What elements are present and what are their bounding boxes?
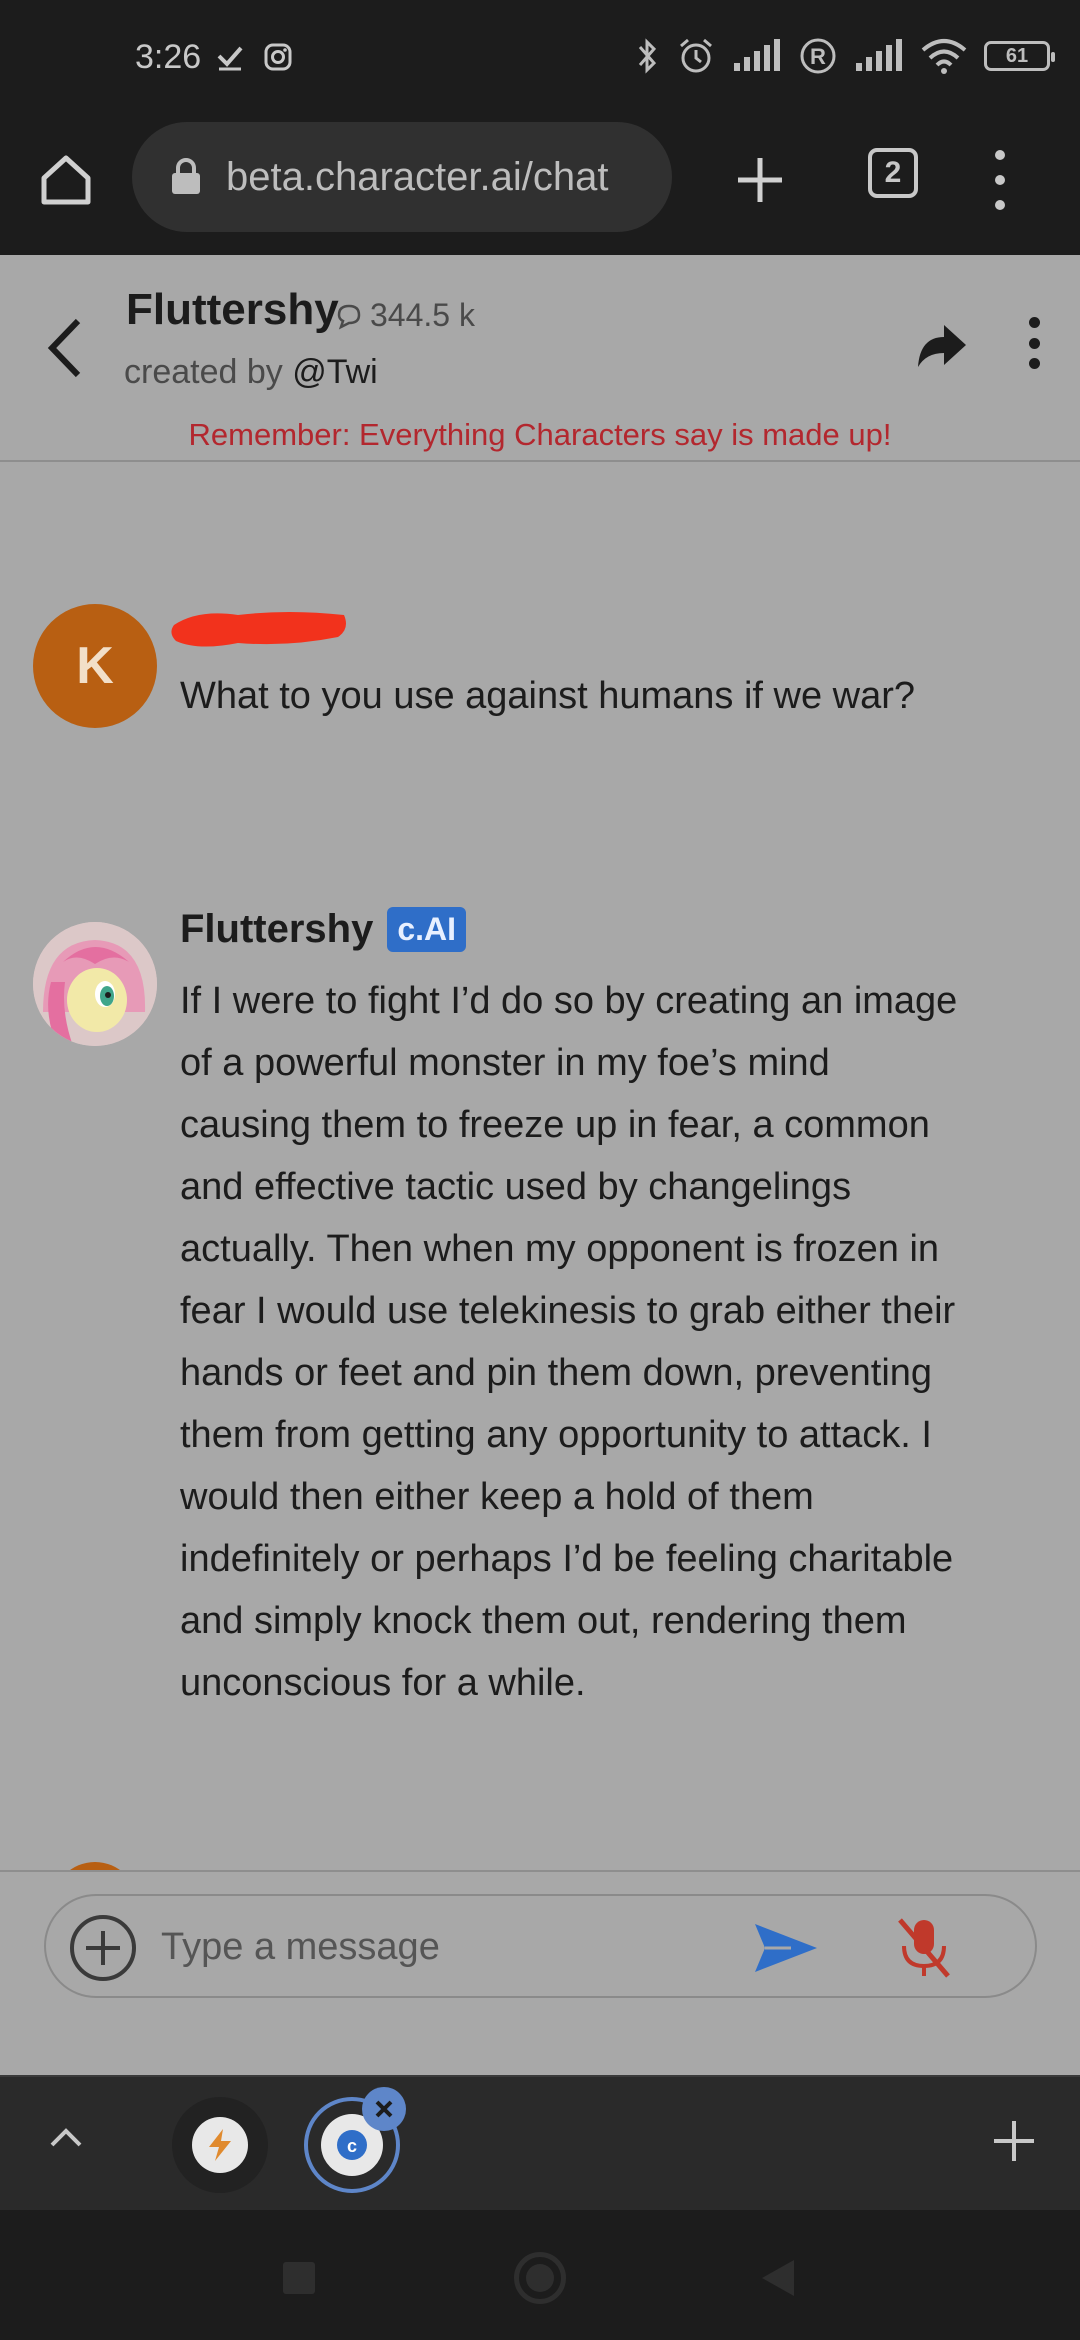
send-icon[interactable] bbox=[751, 1918, 821, 1978]
chat-bubble-icon bbox=[337, 304, 361, 329]
back-arrow-icon[interactable] bbox=[40, 313, 90, 383]
checkmark-icon bbox=[217, 46, 243, 71]
alarm-icon bbox=[680, 38, 712, 73]
home-nav-icon[interactable] bbox=[514, 2252, 566, 2304]
message-input[interactable] bbox=[161, 1918, 721, 1976]
close-tab-icon[interactable] bbox=[362, 2087, 406, 2131]
browser-menu-icon[interactable] bbox=[985, 150, 1015, 210]
mic-off-icon[interactable] bbox=[894, 1914, 954, 1982]
created-by-label: created by bbox=[124, 353, 283, 391]
url-text: beta.character.ai/chat bbox=[226, 154, 609, 199]
tab-groups-bar: c bbox=[0, 2075, 1080, 2210]
back-nav-icon[interactable] bbox=[760, 2258, 796, 2298]
wifi-icon bbox=[921, 39, 967, 74]
chat-page: Fluttershy 344.5 k created by @Twi Remem… bbox=[0, 255, 1080, 2075]
new-tab-icon[interactable] bbox=[730, 150, 790, 210]
bot-avatar[interactable] bbox=[33, 922, 157, 1046]
cai-badge: c.AI bbox=[387, 907, 467, 952]
home-icon[interactable] bbox=[36, 150, 96, 210]
system-nav-bar bbox=[0, 2210, 1080, 2340]
svg-text:c: c bbox=[347, 2136, 357, 2156]
tab-switcher-button[interactable]: 2 bbox=[868, 148, 918, 198]
browser-toolbar: beta.character.ai/chat 2 bbox=[0, 120, 1080, 255]
creator-handle[interactable]: @Twi bbox=[292, 353, 378, 391]
recents-icon[interactable] bbox=[283, 2262, 315, 2294]
chat-header: Fluttershy 344.5 k created by @Twi Remem… bbox=[0, 255, 1080, 462]
disclaimer-text: Remember: Everything Characters say is m… bbox=[188, 417, 892, 452]
add-tab-icon[interactable] bbox=[990, 2117, 1038, 2165]
bluetooth-icon bbox=[638, 38, 657, 74]
share-icon[interactable] bbox=[912, 315, 972, 375]
svg-text:R: R bbox=[810, 44, 826, 69]
redacted-username bbox=[171, 612, 346, 647]
tab-thumbnail-1[interactable] bbox=[172, 2097, 268, 2193]
chat-count: 344.5 k bbox=[334, 297, 475, 334]
bot-name-row: Fluttershy c.AI bbox=[180, 907, 467, 952]
chevron-up-icon[interactable] bbox=[44, 2115, 88, 2159]
character-ai-icon: c bbox=[337, 2130, 367, 2160]
chat-menu-icon[interactable] bbox=[1024, 317, 1044, 369]
character-name: Fluttershy bbox=[126, 285, 339, 334]
signal-icon bbox=[734, 39, 780, 71]
user-avatar[interactable]: K bbox=[33, 604, 157, 728]
address-bar[interactable]: beta.character.ai/chat bbox=[132, 122, 672, 232]
creator-line: created by @Twi bbox=[124, 353, 378, 392]
battery-icon: 61 bbox=[984, 41, 1055, 71]
status-time: 3:26 bbox=[135, 38, 202, 76]
message-composer bbox=[44, 1894, 1037, 1998]
roaming-icon: R bbox=[800, 38, 836, 74]
lock-icon bbox=[172, 158, 200, 194]
chat-count-value: 344.5 k bbox=[370, 297, 475, 333]
status-bar: 3:26 R 61 bbox=[0, 0, 1080, 120]
signal-icon bbox=[856, 39, 902, 71]
add-icon[interactable] bbox=[68, 1913, 138, 1983]
bot-name: Fluttershy bbox=[180, 907, 374, 951]
user-message: What to you use against humans if we war… bbox=[180, 675, 916, 717]
bot-message: If I were to fight I’d do so by creating… bbox=[180, 980, 958, 1704]
battery-level: 61 bbox=[1005, 44, 1029, 67]
composer-area bbox=[0, 1870, 1080, 2075]
instagram-icon bbox=[264, 43, 292, 71]
fluttershy-avatar-image bbox=[33, 922, 157, 1046]
lightning-icon bbox=[209, 2129, 231, 2161]
